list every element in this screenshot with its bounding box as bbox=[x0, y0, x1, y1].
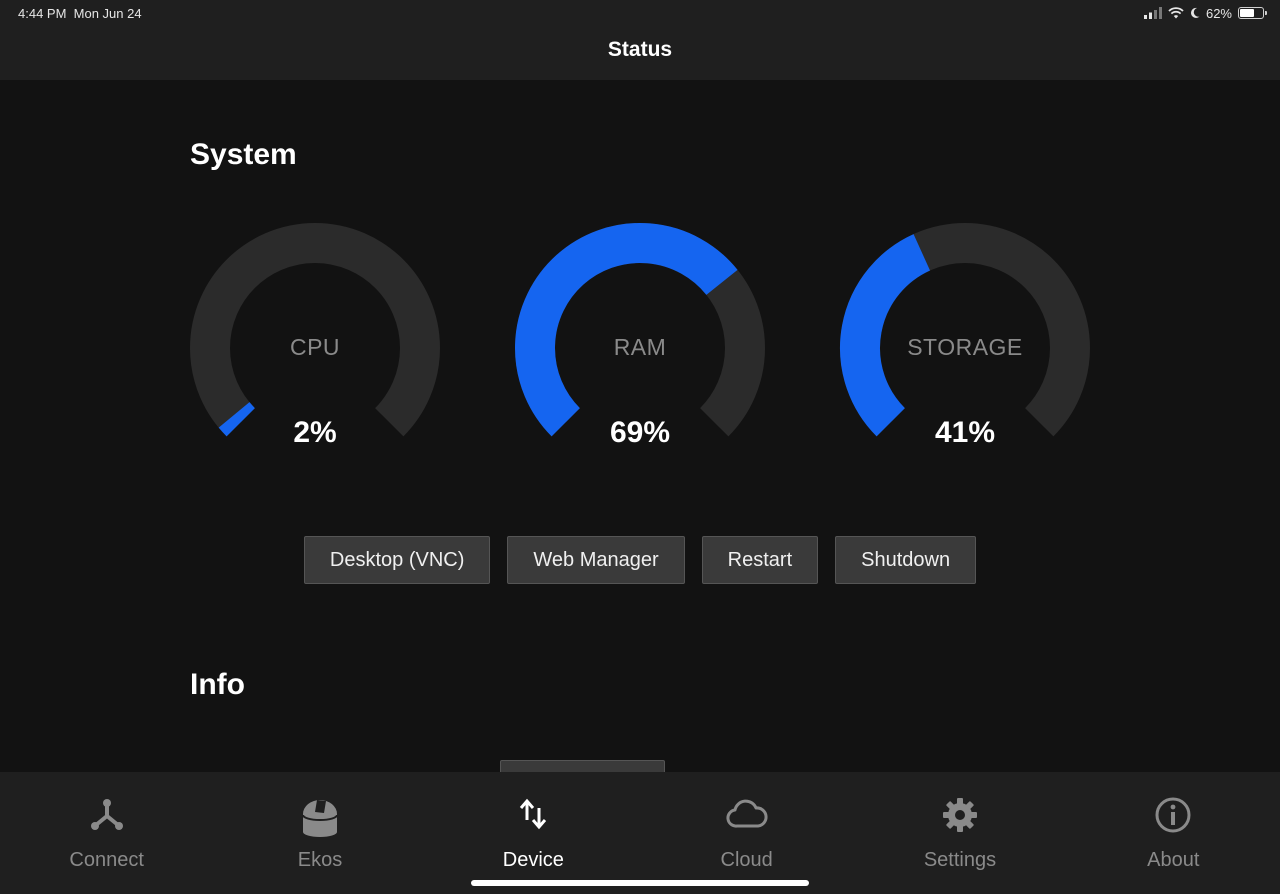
top-bar: 4:44 PM Mon Jun 24 62% Status bbox=[0, 0, 1280, 80]
cloud-icon bbox=[725, 796, 769, 837]
info-icon bbox=[1154, 796, 1192, 839]
ram-gauge-fill bbox=[515, 223, 738, 437]
info-section-title: Info bbox=[190, 668, 245, 701]
battery-icon bbox=[1238, 7, 1267, 19]
storage-gauge-label: STORAGE bbox=[907, 334, 1023, 360]
ram-gauge: RAM 69% bbox=[514, 222, 766, 474]
storage-gauge-value: 41% bbox=[934, 416, 996, 449]
web-manager-button[interactable]: Web Manager bbox=[507, 536, 685, 584]
status-screen: 4:44 PM Mon Jun 24 62% Status System CPU… bbox=[0, 0, 1280, 894]
wifi-icon bbox=[1168, 7, 1184, 19]
clock-date: Mon Jun 24 bbox=[73, 6, 142, 21]
desktop-vnc-button[interactable]: Desktop (VNC) bbox=[303, 536, 491, 584]
tab-ekos[interactable]: Ekos bbox=[213, 772, 426, 894]
status-time: 4:44 PM Mon Jun 24 bbox=[18, 6, 142, 21]
tab-settings[interactable]: Settings bbox=[853, 772, 1066, 894]
tab-device[interactable]: Device bbox=[427, 772, 640, 894]
telescope-dome-icon bbox=[300, 796, 340, 843]
system-actions: Desktop (VNC) Web Manager Restart Shutdo… bbox=[0, 536, 1280, 584]
home-indicator[interactable] bbox=[471, 880, 809, 886]
cellular-signal-icon bbox=[1143, 7, 1162, 19]
gear-icon bbox=[941, 796, 979, 839]
ram-gauge-label: RAM bbox=[613, 334, 667, 360]
tab-connect-label: Connect bbox=[69, 849, 144, 871]
tab-about-label: About bbox=[1147, 849, 1200, 871]
system-section-title: System bbox=[190, 138, 297, 171]
tab-cloud-label: Cloud bbox=[720, 849, 773, 871]
restart-button[interactable]: Restart bbox=[701, 536, 819, 584]
shutdown-button[interactable]: Shutdown bbox=[835, 536, 977, 584]
cpu-gauge-track bbox=[190, 223, 440, 437]
transfer-arrows-icon bbox=[515, 796, 551, 837]
tab-device-label: Device bbox=[502, 849, 564, 871]
clock-time: 4:44 PM bbox=[18, 6, 67, 21]
cpu-gauge: CPU 2% bbox=[189, 222, 441, 474]
battery-percent: 62% bbox=[1205, 5, 1232, 21]
battery-fill bbox=[1240, 9, 1254, 17]
status-indicators: 62% bbox=[1143, 5, 1267, 21]
page-title: Status bbox=[607, 38, 673, 61]
ram-gauge-value: 69% bbox=[609, 416, 671, 449]
cpu-gauge-value: 2% bbox=[293, 416, 337, 449]
tab-ekos-label: Ekos bbox=[297, 849, 343, 871]
cpu-gauge-label: CPU bbox=[289, 334, 341, 360]
tab-about[interactable]: About bbox=[1067, 772, 1280, 894]
tab-connect[interactable]: Connect bbox=[0, 772, 213, 894]
tab-bar: Connect Ekos Device Cloud Settings About bbox=[0, 772, 1280, 894]
storage-gauge: STORAGE 41% bbox=[839, 222, 1091, 474]
moon-icon bbox=[1190, 7, 1200, 19]
tab-settings-label: Settings bbox=[923, 849, 997, 871]
connect-icon bbox=[89, 796, 125, 837]
tab-cloud[interactable]: Cloud bbox=[640, 772, 853, 894]
